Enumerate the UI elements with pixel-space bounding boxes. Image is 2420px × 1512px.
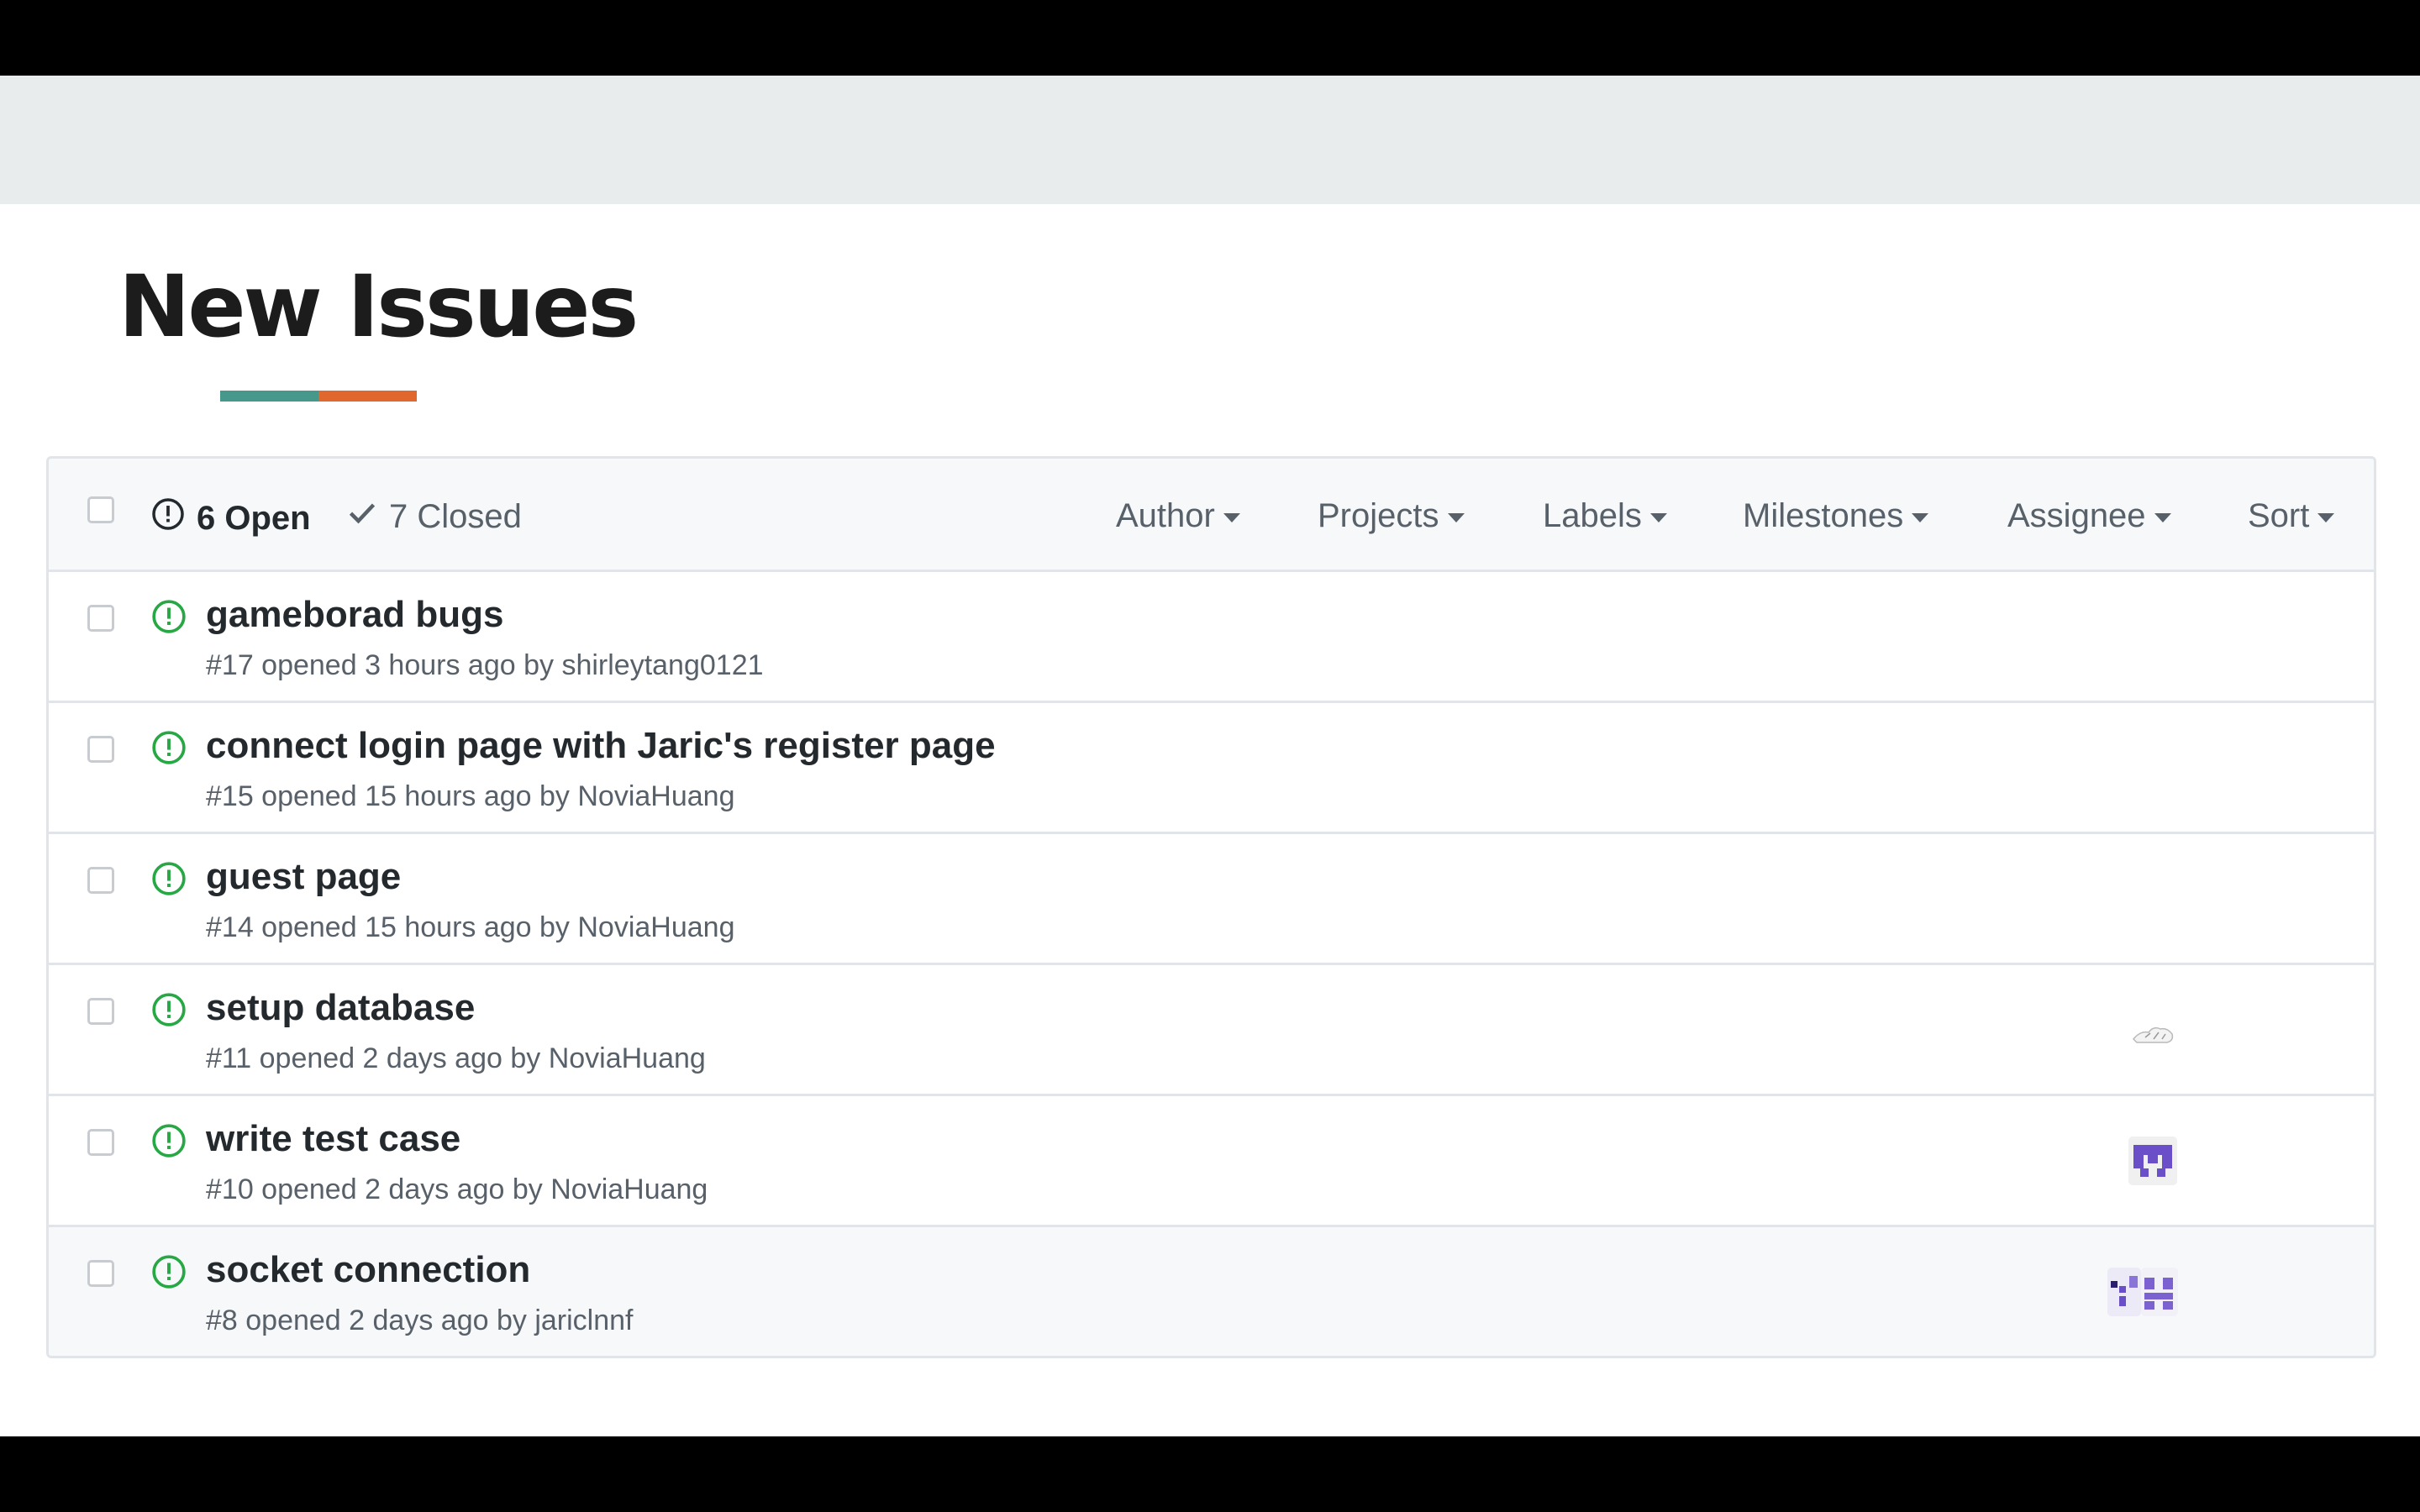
issue-meta: #15 opened 15 hours ago by NoviaHuang xyxy=(206,780,735,812)
issue-title-link[interactable]: connect login page with Jaric's register… xyxy=(206,725,996,767)
caret-down-icon xyxy=(1649,513,1667,522)
issue-title-link[interactable]: gameborad bugs xyxy=(206,594,504,636)
sort-filter-label: Sort xyxy=(2248,497,2310,534)
issues-list: 6 Open 7 Closed Author Projects Labels M… xyxy=(46,456,2376,1358)
issue-checkbox[interactable] xyxy=(87,736,114,763)
milestones-filter[interactable]: Milestones xyxy=(1743,497,1929,535)
caret-down-icon xyxy=(2154,513,2171,522)
author-filter-label: Author xyxy=(1116,497,1215,534)
caret-down-icon xyxy=(1912,513,1929,522)
closed-issues-tab[interactable]: 7 Closed xyxy=(347,497,522,536)
caret-down-icon xyxy=(1223,513,1240,522)
open-count-label: 6 Open xyxy=(197,499,311,537)
milestones-filter-label: Milestones xyxy=(1743,497,1904,534)
issue-opened-icon xyxy=(151,1254,187,1294)
assignee-filter[interactable]: Assignee xyxy=(2007,497,2171,535)
issue-title-link[interactable]: guest page xyxy=(206,856,401,898)
select-all-checkbox[interactable] xyxy=(87,496,114,523)
caret-down-icon xyxy=(2317,513,2335,522)
letterbox-top xyxy=(0,0,2420,76)
closed-count-label: 7 Closed xyxy=(389,497,522,535)
issue-checkbox[interactable] xyxy=(87,867,114,894)
assignee-avatar[interactable] xyxy=(2128,1005,2177,1054)
issue-row: connect login page with Jaric's register… xyxy=(49,703,2374,834)
issue-meta: #8 opened 2 days ago by jariclnnf xyxy=(206,1305,634,1336)
issue-meta: #14 opened 15 hours ago by NoviaHuang xyxy=(206,911,735,943)
issues-list-header: 6 Open 7 Closed Author Projects Labels M… xyxy=(49,459,2374,572)
check-icon xyxy=(347,497,377,536)
issue-row: guest page #14 opened 15 hours ago by No… xyxy=(49,834,2374,965)
issue-meta: #11 opened 2 days ago by NoviaHuang xyxy=(206,1042,706,1074)
issue-opened-icon xyxy=(151,599,187,638)
issue-title-link[interactable]: setup database xyxy=(206,987,475,1029)
page-title: New Issues xyxy=(118,257,639,357)
assignee-avatar[interactable] xyxy=(2141,1268,2178,1316)
issue-row: socket connection #8 opened 2 days ago b… xyxy=(49,1227,2374,1356)
assignee-avatar[interactable] xyxy=(2128,1137,2177,1185)
labels-filter[interactable]: Labels xyxy=(1543,497,1667,535)
author-filter[interactable]: Author xyxy=(1116,497,1240,535)
issue-checkbox[interactable] xyxy=(87,1129,114,1156)
underline-orange-segment xyxy=(318,391,417,402)
caret-down-icon xyxy=(1447,513,1465,522)
projects-filter-label: Projects xyxy=(1318,497,1439,534)
sort-filter[interactable]: Sort xyxy=(2248,497,2335,535)
assignee-avatar-secondary[interactable] xyxy=(2107,1268,2141,1316)
title-underline xyxy=(220,391,417,402)
open-issues-tab[interactable]: 6 Open xyxy=(151,497,311,539)
assignee-filter-label: Assignee xyxy=(2007,497,2146,534)
issue-opened-icon xyxy=(151,861,187,900)
issue-opened-icon xyxy=(151,497,185,539)
issue-row: write test case #10 opened 2 days ago by… xyxy=(49,1096,2374,1227)
issue-checkbox[interactable] xyxy=(87,1260,114,1287)
issue-checkbox[interactable] xyxy=(87,998,114,1025)
issue-title-link[interactable]: socket connection xyxy=(206,1249,530,1291)
issue-row: gameborad bugs #17 opened 3 hours ago by… xyxy=(49,572,2374,703)
header-band xyxy=(0,76,2420,204)
projects-filter[interactable]: Projects xyxy=(1318,497,1465,535)
issue-opened-icon xyxy=(151,992,187,1032)
issue-meta: #10 opened 2 days ago by NoviaHuang xyxy=(206,1173,708,1205)
issue-title-link[interactable]: write test case xyxy=(206,1118,460,1160)
issue-row: setup database #11 opened 2 days ago by … xyxy=(49,965,2374,1096)
issue-checkbox[interactable] xyxy=(87,605,114,632)
issue-opened-icon xyxy=(151,1123,187,1163)
letterbox-bottom xyxy=(0,1436,2420,1512)
labels-filter-label: Labels xyxy=(1543,497,1642,534)
underline-teal-segment xyxy=(220,391,318,402)
issue-meta: #17 opened 3 hours ago by shirleytang012… xyxy=(206,649,764,681)
issue-opened-icon xyxy=(151,730,187,769)
